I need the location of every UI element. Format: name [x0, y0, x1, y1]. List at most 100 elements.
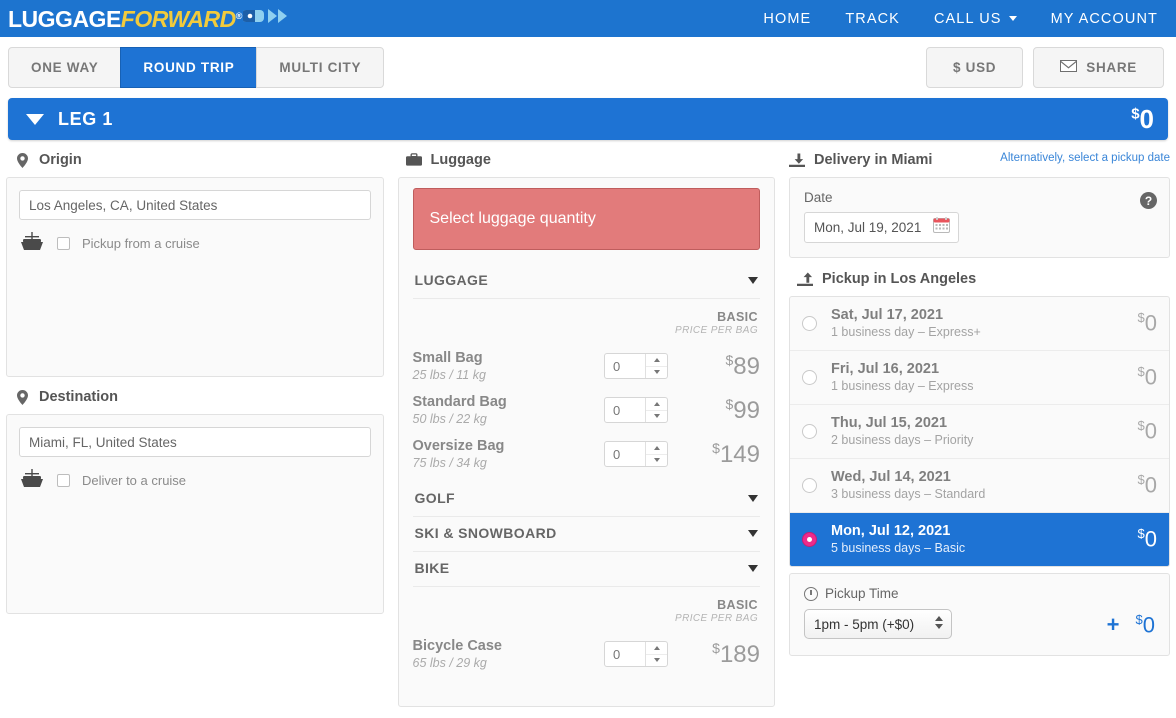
luggage-item-row: Bicycle Case 65 lbs / 29 kg $189: [413, 638, 761, 670]
quantity-input[interactable]: [605, 442, 645, 466]
origin-cruise-checkbox[interactable]: [57, 237, 70, 250]
luggage-item-name-block: Small Bag 25 lbs / 11 kg: [413, 350, 605, 382]
calendar-icon[interactable]: [933, 217, 950, 238]
trip-type-tabs: ONE WAY ROUND TRIP MULTI CITY: [8, 47, 384, 88]
stepper-arrows: [645, 354, 667, 378]
delivery-inbox-icon: [789, 152, 805, 168]
pickup-time-select[interactable]: 1pm - 5pm (+$0) 9am - 1pm (+$0) 8am - 12…: [804, 609, 952, 639]
accordion-ski-snowboard[interactable]: SKI & SNOWBOARD: [413, 517, 761, 552]
pickup-option-radio-selected[interactable]: [802, 532, 817, 547]
luggage-item-row: Standard Bag 50 lbs / 22 kg $99: [413, 394, 761, 426]
stepper-decrement[interactable]: [646, 655, 667, 667]
nav-item-track[interactable]: TRACK: [845, 11, 900, 27]
tab-multi-city[interactable]: MULTI CITY: [256, 47, 384, 88]
pickup-option-radio[interactable]: [802, 478, 817, 493]
pickup-time-panel: Pickup Time 1pm - 5pm (+$0) 9am - 1pm (+…: [789, 573, 1170, 656]
pickup-option-text: Thu, Jul 15, 2021 2 business days – Prio…: [831, 415, 1138, 447]
leg-total-currency: $: [1131, 105, 1139, 122]
stepper-increment[interactable]: [646, 398, 667, 411]
pickup-option-row-selected[interactable]: Mon, Jul 12, 2021 5 business days – Basi…: [790, 513, 1169, 566]
pickup-option-currency: $: [1138, 364, 1145, 379]
site-logo[interactable]: LUGGAGEFORWARD®: [8, 5, 295, 33]
quantity-stepper[interactable]: [604, 441, 668, 467]
stepper-increment[interactable]: [646, 642, 667, 655]
help-icon[interactable]: ?: [1140, 192, 1157, 209]
pickup-option-date: Sat, Jul 17, 2021: [831, 307, 1138, 323]
pickup-option-service: 3 business days – Standard: [831, 487, 1138, 501]
pickup-option-radio[interactable]: [802, 370, 817, 385]
luggage-item-price: $99: [668, 396, 760, 425]
luggage-item-currency: $: [712, 640, 720, 656]
accordion-luggage[interactable]: LUGGAGE: [413, 264, 761, 299]
accordion-bike[interactable]: BIKE: [413, 552, 761, 587]
quantity-input[interactable]: [605, 642, 645, 666]
nav-item-home[interactable]: HOME: [763, 11, 811, 27]
stepper-arrows: [645, 642, 667, 666]
alternative-pickup-date-link[interactable]: Alternatively, select a pickup date: [1000, 152, 1170, 164]
tab-round-trip[interactable]: ROUND TRIP: [120, 47, 257, 88]
stepper-arrows: [645, 398, 667, 422]
origin-cruise-label: Pickup from a cruise: [82, 236, 200, 251]
cruise-ship-icon: [19, 230, 45, 257]
luggage-item-name: Oversize Bag: [413, 438, 605, 454]
origin-cruise-row: Pickup from a cruise: [19, 230, 371, 257]
stepper-decrement[interactable]: [646, 367, 667, 379]
luggage-item-price-value: 89: [733, 353, 760, 380]
pickup-outbox-icon: [797, 271, 813, 287]
stepper-decrement[interactable]: [646, 455, 667, 467]
stepper-arrows: [645, 442, 667, 466]
accordion-luggage-label: LUGGAGE: [415, 272, 489, 288]
bike-price-column-header: BASIC PRICE PER BAG: [413, 587, 761, 626]
quantity-input[interactable]: [605, 398, 645, 422]
luggage-tag-icon: [243, 5, 295, 27]
pickup-option-row[interactable]: Sat, Jul 17, 2021 1 business day – Expre…: [790, 297, 1169, 351]
tab-one-way[interactable]: ONE WAY: [8, 47, 121, 88]
add-pickup-time-button[interactable]: +: [1107, 614, 1120, 636]
pickup-option-radio[interactable]: [802, 424, 817, 439]
collapse-triangle-icon[interactable]: [26, 114, 44, 125]
quantity-input[interactable]: [605, 354, 645, 378]
stepper-increment[interactable]: [646, 354, 667, 367]
leg-header-bar[interactable]: LEG 1 $0: [8, 98, 1168, 140]
destination-cruise-checkbox[interactable]: [57, 474, 70, 487]
pickup-option-row[interactable]: Wed, Jul 14, 2021 3 business days – Stan…: [790, 459, 1169, 513]
nav-item-call-us[interactable]: CALL US: [934, 11, 1017, 27]
chevron-down-icon: [748, 565, 758, 572]
luggage-item-price: $189: [668, 640, 760, 669]
accordion-golf[interactable]: GOLF: [413, 482, 761, 517]
destination-panel: Deliver to a cruise: [6, 414, 384, 614]
quantity-stepper[interactable]: [604, 397, 668, 423]
pickup-option-price: $0: [1138, 364, 1157, 390]
delivery-heading: Delivery in Miami: [789, 152, 932, 168]
luggage-item-row: Small Bag 25 lbs / 11 kg $89: [413, 350, 761, 382]
luggage-item-weight: 50 lbs / 22 kg: [413, 412, 605, 426]
nav-item-my-account[interactable]: MY ACCOUNT: [1051, 11, 1158, 27]
trip-type-toolbar: ONE WAY ROUND TRIP MULTI CITY $ USD SHAR…: [0, 37, 1176, 98]
luggage-item-price: $89: [668, 352, 760, 381]
currency-button[interactable]: $ USD: [926, 47, 1023, 88]
pickup-option-radio[interactable]: [802, 316, 817, 331]
pickup-time-price: $0: [1136, 612, 1155, 638]
quantity-stepper[interactable]: [604, 641, 668, 667]
chevron-down-icon: [1009, 16, 1017, 21]
accordion-ski-snowboard-label: SKI & SNOWBOARD: [415, 525, 557, 541]
stepper-increment[interactable]: [646, 442, 667, 455]
pickup-option-row[interactable]: Thu, Jul 15, 2021 2 business days – Prio…: [790, 405, 1169, 459]
luggage-item-weight: 25 lbs / 11 kg: [413, 368, 605, 382]
pickup-option-price-value: 0: [1145, 472, 1157, 497]
pickup-option-row[interactable]: Fri, Jul 16, 2021 1 business day – Expre…: [790, 351, 1169, 405]
destination-input[interactable]: [19, 427, 371, 457]
origin-input[interactable]: [19, 190, 371, 220]
nav-links: HOME TRACK CALL US MY ACCOUNT: [763, 11, 1158, 27]
pickup-option-price: $0: [1138, 310, 1157, 336]
pickup-option-date: Fri, Jul 16, 2021: [831, 361, 1138, 377]
quantity-stepper[interactable]: [604, 353, 668, 379]
share-button[interactable]: SHARE: [1033, 47, 1164, 88]
luggage-panel: Select luggage quantity LUGGAGE BASIC PR…: [398, 177, 776, 707]
delivery-date-label: Date: [804, 190, 1155, 205]
stepper-decrement[interactable]: [646, 411, 667, 423]
suitcase-icon: [406, 152, 422, 168]
origin-heading: Origin: [14, 152, 384, 168]
luggage-item-name-block: Bicycle Case 65 lbs / 29 kg: [413, 638, 605, 670]
leg-total-price: $0: [1131, 104, 1154, 135]
